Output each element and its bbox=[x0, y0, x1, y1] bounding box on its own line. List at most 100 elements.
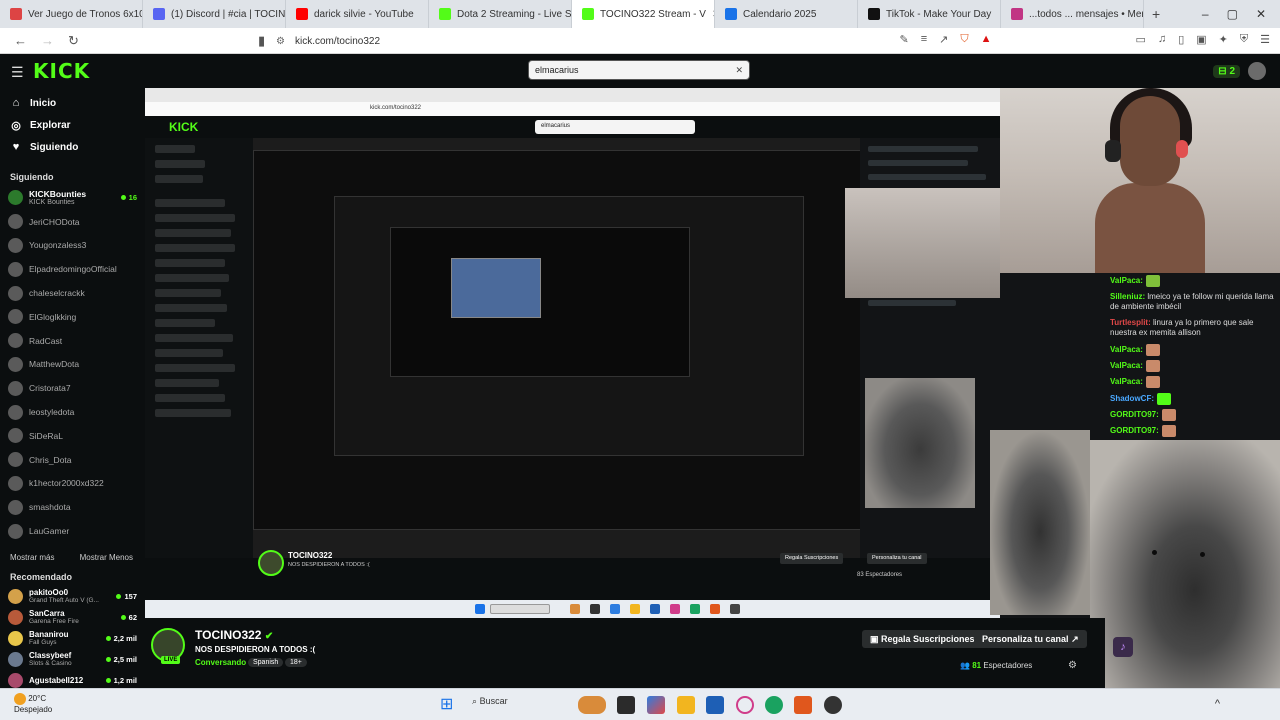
task-view-icon[interactable] bbox=[617, 696, 635, 714]
start-icon[interactable]: ⊞ bbox=[440, 696, 458, 714]
menu-icon[interactable]: ≡ bbox=[921, 33, 927, 46]
chat-username[interactable]: GORDITO97: bbox=[1110, 426, 1159, 435]
browser-tab[interactable]: (1) Discord | #cia | TOCINETA S bbox=[143, 0, 286, 28]
maximize-button[interactable]: ▢ bbox=[1227, 7, 1238, 21]
followed-channel[interactable]: JeriCHODota bbox=[0, 210, 145, 234]
channel-avatar bbox=[8, 237, 23, 253]
sidebar-nav-item[interactable]: ♥ Siguiendo bbox=[0, 136, 145, 158]
forward-icon[interactable]: → bbox=[41, 33, 54, 48]
chat-settings-icon[interactable]: ⚙ bbox=[1068, 660, 1077, 671]
search-input[interactable]: elmacarius ✕ bbox=[528, 60, 750, 80]
bookmark-icon[interactable]: ▮ bbox=[258, 33, 265, 49]
gift-subs-button[interactable]: ▣ Regala Suscripciones bbox=[862, 630, 983, 648]
rewards-icon[interactable]: ▲ bbox=[981, 33, 992, 46]
captured-channel-name: TOCINO322 bbox=[288, 551, 333, 560]
share-icon[interactable]: ↗ bbox=[939, 33, 948, 46]
weather-widget[interactable]: 20°C Despejado bbox=[14, 693, 52, 715]
followed-channel[interactable]: Chris_Dota bbox=[0, 448, 145, 472]
stream-category[interactable]: Conversando bbox=[195, 658, 246, 667]
browser-tab[interactable]: TOCINO322 Stream - V✕ bbox=[572, 0, 715, 28]
followed-channel[interactable]: smashdota bbox=[0, 495, 145, 519]
captured-kick-header: KICK elmacarius bbox=[145, 116, 1000, 138]
chat-username[interactable]: ValPaca: bbox=[1110, 276, 1143, 285]
chat-username[interactable]: Turtlesplit: bbox=[1110, 318, 1151, 327]
customize-channel-button[interactable]: Personaliza tu canal ↗ bbox=[974, 630, 1087, 648]
close-window-button[interactable]: ✕ bbox=[1256, 7, 1266, 21]
ai-icon[interactable]: ✦ bbox=[1219, 33, 1228, 46]
captured-customize-button: Personaliza tu canal bbox=[867, 553, 927, 564]
browser-tab[interactable]: darick silvie - YouTube bbox=[286, 0, 429, 28]
tab-favicon-icon bbox=[582, 8, 594, 20]
user-avatar[interactable] bbox=[1248, 62, 1266, 80]
followed-channel[interactable]: ElGloglkking bbox=[0, 305, 145, 329]
show-more-button[interactable]: Mostrar más bbox=[10, 553, 54, 562]
opera-icon[interactable] bbox=[736, 696, 754, 714]
extension-icon[interactable]: ✎ bbox=[900, 33, 909, 46]
url-field[interactable]: ⚙ kick.com/tocino322 bbox=[276, 32, 976, 50]
browser-tab[interactable]: ...todos ... mensajes • Mer bbox=[1001, 0, 1144, 28]
browser-tab[interactable]: TikTok - Make Your Day bbox=[858, 0, 1001, 28]
brave-shield-icon[interactable]: ⛉ bbox=[960, 33, 968, 46]
chat-username[interactable]: GORDITO97: bbox=[1110, 410, 1159, 419]
followed-channel[interactable]: KICKBounties KICK Bounties 16 bbox=[0, 186, 145, 210]
tag-mature[interactable]: 18+ bbox=[285, 658, 307, 667]
chat-username[interactable]: ValPaca: bbox=[1110, 377, 1143, 386]
recommended-channel[interactable]: Bananirou Fall Guys 2,2 mil bbox=[0, 628, 145, 649]
minimize-button[interactable]: – bbox=[1202, 7, 1209, 21]
recommended-channel[interactable]: SanCarra Garena Free Fire 62 bbox=[0, 607, 145, 628]
music-icon[interactable]: ♫ bbox=[1158, 33, 1166, 46]
followed-channel[interactable]: SiDeRaL bbox=[0, 424, 145, 448]
taskbar-search[interactable]: ⌕ Buscar bbox=[472, 696, 508, 707]
vpn-icon[interactable]: ⛨ bbox=[1240, 33, 1248, 46]
copilot-icon[interactable] bbox=[647, 696, 665, 714]
followed-channel[interactable]: RadCast bbox=[0, 329, 145, 353]
chat-username[interactable]: ValPaca: bbox=[1110, 361, 1143, 370]
system-tray-chevron-icon[interactable]: ^ bbox=[1215, 698, 1220, 710]
recommended-channel[interactable]: pakitoOo0 Grand Theft Auto V (G... 157 bbox=[0, 586, 145, 607]
browser-menu-icon[interactable]: ☰ bbox=[1260, 33, 1270, 46]
store-icon[interactable] bbox=[706, 696, 724, 714]
channel-name[interactable]: TOCINO322 ✔ bbox=[195, 628, 273, 642]
sidebar-icon[interactable]: ▭ bbox=[1136, 33, 1146, 46]
followed-channel[interactable]: k1hector2000xd322 bbox=[0, 472, 145, 496]
channel-name: JeriCHODota bbox=[29, 216, 80, 227]
browser-tab[interactable]: Dota 2 Streaming - Live Strean bbox=[429, 0, 572, 28]
followed-channel[interactable]: LauGamer bbox=[0, 519, 145, 543]
clear-search-icon[interactable]: ✕ bbox=[735, 65, 743, 76]
tag-language[interactable]: Spanish bbox=[248, 658, 284, 667]
followed-channel[interactable]: Yougonzaless3 bbox=[0, 234, 145, 258]
video-player[interactable]: kick.com/tocino322 KICK elmacarius TOCIN… bbox=[145, 88, 1000, 618]
sidebar-nav-item[interactable]: ⌂ Inicio bbox=[0, 92, 145, 114]
channel-name: smashdota bbox=[29, 502, 71, 513]
followed-channel[interactable]: ElpadredomingoOfficial bbox=[0, 257, 145, 281]
followed-channel[interactable]: Cristorata7 bbox=[0, 376, 145, 400]
followed-channel[interactable]: chaleselcrackk bbox=[0, 281, 145, 305]
kick-logo[interactable]: KICK bbox=[33, 59, 90, 83]
obs-icon[interactable] bbox=[824, 696, 842, 714]
edge-icon[interactable] bbox=[765, 696, 783, 714]
sidebar-nav-item[interactable]: ◎ Explorar bbox=[0, 114, 145, 136]
chat-username[interactable]: ShadowCF: bbox=[1110, 394, 1154, 403]
chat-username[interactable]: Silleniuz: bbox=[1110, 292, 1145, 301]
reload-icon[interactable]: ↻ bbox=[68, 33, 79, 49]
browser-tab[interactable]: Ver Juego de Tronos 6x10 Onli bbox=[0, 0, 143, 28]
back-icon[interactable]: ← bbox=[14, 33, 27, 48]
chat-emote-icon bbox=[1161, 409, 1176, 421]
show-less-button[interactable]: Mostrar Menos bbox=[80, 553, 133, 562]
file-explorer-icon[interactable] bbox=[677, 696, 695, 714]
mic-icon[interactable]: ♪ bbox=[1113, 637, 1133, 657]
hamburger-menu-icon[interactable]: ☰ bbox=[11, 64, 24, 81]
followed-channel[interactable]: leostyledota bbox=[0, 400, 145, 424]
search-highlight-icon[interactable] bbox=[578, 696, 606, 714]
notifications-badge[interactable]: ⊟ 2 bbox=[1213, 64, 1240, 78]
brave-icon[interactable] bbox=[794, 696, 812, 714]
wallet-icon[interactable]: ▣ bbox=[1196, 33, 1206, 46]
panel-icon[interactable]: ▯ bbox=[1178, 33, 1184, 46]
browser-tab[interactable]: Calendario 2025 bbox=[715, 0, 858, 28]
recommended-channel[interactable]: Classybeef Slots & Casino 2,5 mil bbox=[0, 649, 145, 670]
followed-channel[interactable]: MatthewDota bbox=[0, 353, 145, 377]
new-tab-button[interactable]: + bbox=[1144, 6, 1168, 22]
site-info-icon[interactable]: ⚙ bbox=[276, 36, 285, 47]
chat-username[interactable]: ValPaca: bbox=[1110, 345, 1143, 354]
chat-emote-icon bbox=[1157, 393, 1171, 405]
